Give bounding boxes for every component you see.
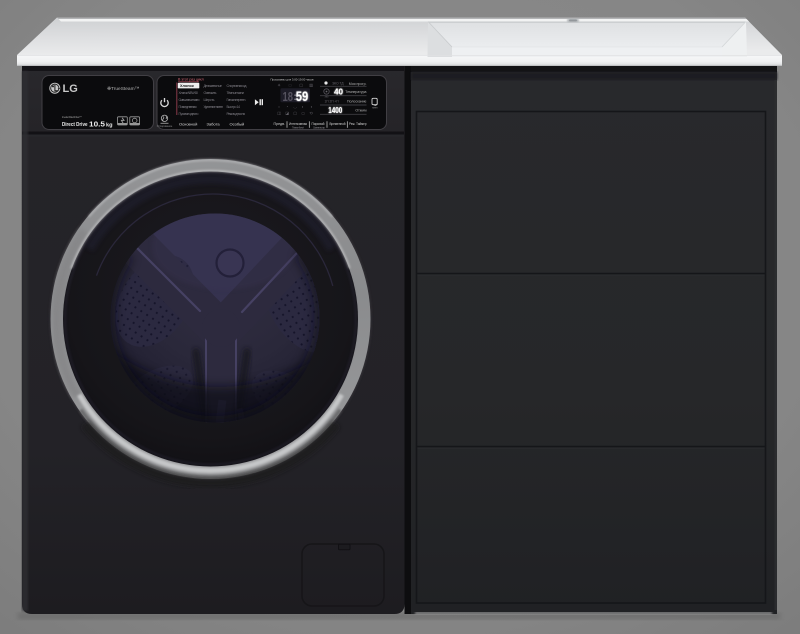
svg-text:1П 2П +П: 1П 2П +П xyxy=(325,99,340,103)
svg-text:Особый: Особый xyxy=(230,121,245,126)
svg-text:Забота: Забота xyxy=(207,121,221,126)
svg-text:☀: ☀ xyxy=(277,83,281,87)
svg-text:ЭКО ТД: ЭКО ТД xyxy=(332,82,344,86)
svg-text:Удаление пятен: Удаление пятен xyxy=(204,105,224,109)
svg-text:◑: ◑ xyxy=(310,105,312,109)
svg-text:Отжим: Отжим xyxy=(355,108,367,112)
svg-text:◫: ◫ xyxy=(277,112,281,116)
svg-text:В этот раз цикл: В этот раз цикл xyxy=(178,78,204,82)
svg-text:kg: kg xyxy=(106,123,113,129)
svg-text:Программы для 3:00-19:00 часов: Программы для 3:00-19:00 часов xyxy=(270,77,314,81)
svg-text:Деликатесные: Деликатесные xyxy=(204,84,223,88)
svg-text:40: 40 xyxy=(334,88,344,97)
svg-text:Повседневная: Повседневная xyxy=(179,105,197,109)
svg-text:Режим для сна: Режим для сна xyxy=(227,112,246,116)
svg-text:Освежить пар: Освежить пар xyxy=(313,127,326,130)
svg-text:18: 18 xyxy=(283,90,294,104)
svg-text:LG: LG xyxy=(63,83,78,95)
svg-text:❉TrueSteam™: ❉TrueSteam™ xyxy=(107,86,140,92)
svg-text:Моя прогр.: Моя прогр. xyxy=(349,82,367,86)
svg-text:Освежить: Освежить xyxy=(204,91,217,95)
svg-text:Пуховое одеяло: Пуховое одеяло xyxy=(179,112,199,116)
svg-text:Реж. Таймер: Реж. Таймер xyxy=(349,122,367,126)
svg-text:Шерсть: Шерсть xyxy=(204,98,215,102)
svg-text:Гипоаллергенн.: Гипоаллергенн. xyxy=(227,98,247,102)
svg-text:10.5: 10.5 xyxy=(89,119,105,128)
svg-text:Паровой: Паровой xyxy=(312,122,325,126)
svg-text:Полоскание: Полоскание xyxy=(347,100,367,104)
svg-text:◪: ◪ xyxy=(285,112,289,116)
svg-text:Основной: Основной xyxy=(179,121,197,126)
svg-text:Тёмное бельё: Тёмное бельё xyxy=(292,127,305,130)
svg-text:Температура: Температура xyxy=(345,90,366,94)
svg-text:Тёмные ткани: Тёмные ткани xyxy=(227,91,245,95)
svg-text:Смешанные ткани: Смешанные ткани xyxy=(179,98,200,102)
svg-text:Спортивная од.: Спортивная од. xyxy=(227,84,248,88)
svg-text:○: ○ xyxy=(278,105,280,109)
svg-text:Direct Drive: Direct Drive xyxy=(62,122,88,128)
svg-text:◔: ◔ xyxy=(286,105,288,109)
svg-text:эко: эко xyxy=(325,95,329,98)
svg-text:▭: ▭ xyxy=(301,112,305,116)
svg-text:1400: 1400 xyxy=(328,106,342,115)
svg-text:Inverter Direct Drive™: Inverter Direct Drive™ xyxy=(62,115,82,119)
svg-text:▢: ▢ xyxy=(299,83,303,87)
svg-text:Временной: Временной xyxy=(330,122,346,126)
svg-text:Хлопок: Хлопок xyxy=(180,84,194,88)
svg-text:◐: ◐ xyxy=(302,105,304,109)
svg-text:▧: ▧ xyxy=(309,83,313,87)
svg-text:няня: няня xyxy=(372,107,378,110)
svg-text:Хлопок NEW 60: Хлопок NEW 60 xyxy=(179,91,199,95)
svg-text:Быстро 14: Быстро 14 xyxy=(227,105,241,109)
svg-text:Отпаривание: Отпаривание xyxy=(157,125,173,128)
svg-text:59: 59 xyxy=(296,89,309,104)
svg-text:Предв.: Предв. xyxy=(274,122,286,126)
svg-text:Интенсивная: Интенсивная xyxy=(289,122,307,126)
svg-text:▢: ▢ xyxy=(293,112,297,116)
